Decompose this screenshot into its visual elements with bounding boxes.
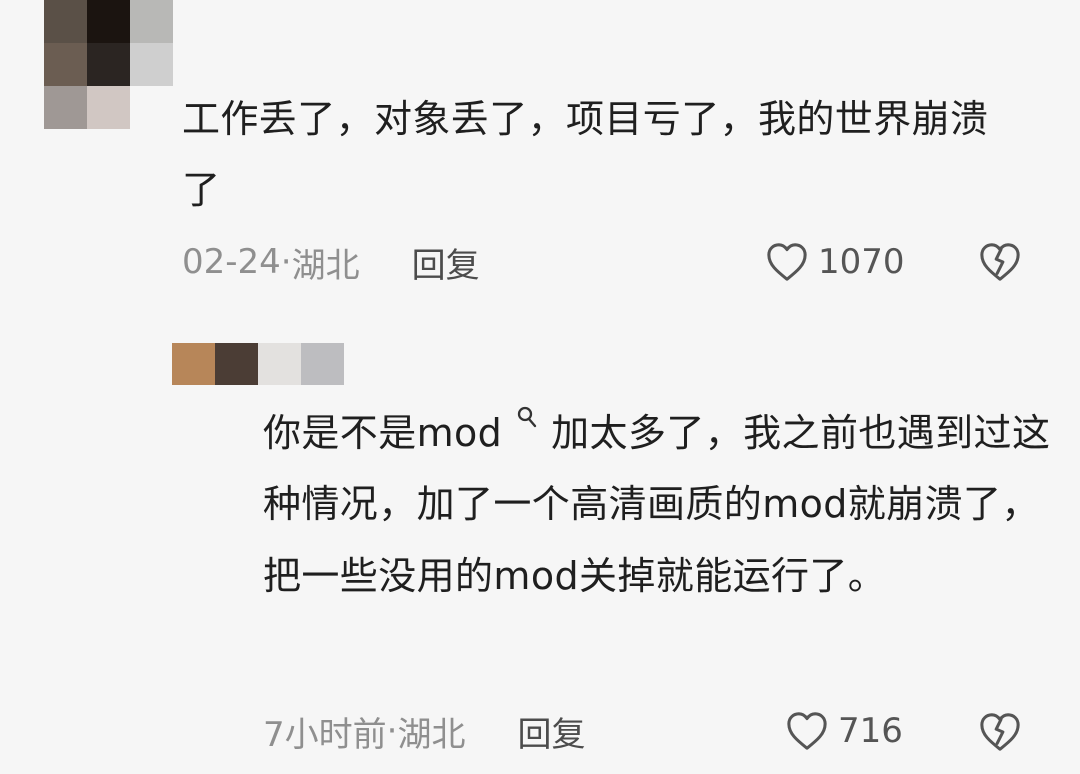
heart-outline-icon — [787, 712, 827, 750]
heart-outline-icon — [767, 243, 807, 281]
avatar-mosaic-cell — [44, 86, 87, 129]
avatar-mosaic-cell — [215, 343, 258, 385]
comment-time: 7小时前 — [263, 714, 387, 755]
avatar-mosaic-cell — [130, 86, 173, 129]
like-count: 716 — [838, 711, 903, 751]
search-icon[interactable] — [517, 406, 537, 430]
avatar-mosaic-cell — [44, 0, 87, 43]
broken-heart-icon[interactable] — [976, 241, 1024, 283]
comment-meta: 02-24 · 湖北 回复 — [182, 236, 480, 288]
comment-time: 02-24 — [182, 242, 281, 282]
avatar-mosaic-cell — [87, 0, 130, 43]
avatar-mosaic-cell — [301, 343, 344, 385]
avatar-mosaic-cell — [130, 43, 173, 86]
like-count: 1070 — [818, 242, 905, 282]
avatar-mosaic-cell — [258, 343, 301, 385]
avatar-mosaic-cell — [130, 0, 173, 43]
avatar[interactable] — [172, 343, 344, 385]
avatar-mosaic-cell — [44, 43, 87, 86]
reply-button[interactable]: 回复 — [412, 238, 480, 287]
comment-meta: 7小时前 · 湖北 回复 — [263, 705, 585, 757]
comment-location: 湖北 — [397, 714, 466, 755]
like-button[interactable]: 716 — [784, 705, 903, 757]
broken-heart-icon[interactable] — [976, 711, 1024, 753]
comment-location: 湖北 — [291, 245, 360, 286]
comment-text: 你是不是mod 加太多了，我之前也遇到过这种情况，加了一个高清画质的mod就崩溃… — [263, 398, 1053, 612]
comment-item: 工作丢了，对象丢了，项目亏了，我的世界崩溃了 02-24 · 湖北 回复 107… — [0, 0, 1080, 300]
reply-button[interactable]: 回复 — [517, 707, 585, 756]
avatar-mosaic-cell — [87, 43, 130, 86]
reply-comment-item: 你是不是mod 加太多了，我之前也遇到过这种情况，加了一个高清画质的mod就崩溃… — [0, 330, 1080, 774]
meta-separator: · — [386, 711, 398, 751]
meta-separator: · — [280, 242, 292, 282]
avatar-mosaic-cell — [172, 343, 215, 385]
comment-text: 工作丢了，对象丢了，项目亏了，我的世界崩溃了 — [182, 97, 989, 213]
comment-text-segment: 你是不是mod — [263, 411, 503, 455]
avatar[interactable] — [44, 0, 174, 129]
avatar-mosaic-cell — [87, 86, 130, 129]
like-button[interactable]: 1070 — [764, 236, 905, 288]
